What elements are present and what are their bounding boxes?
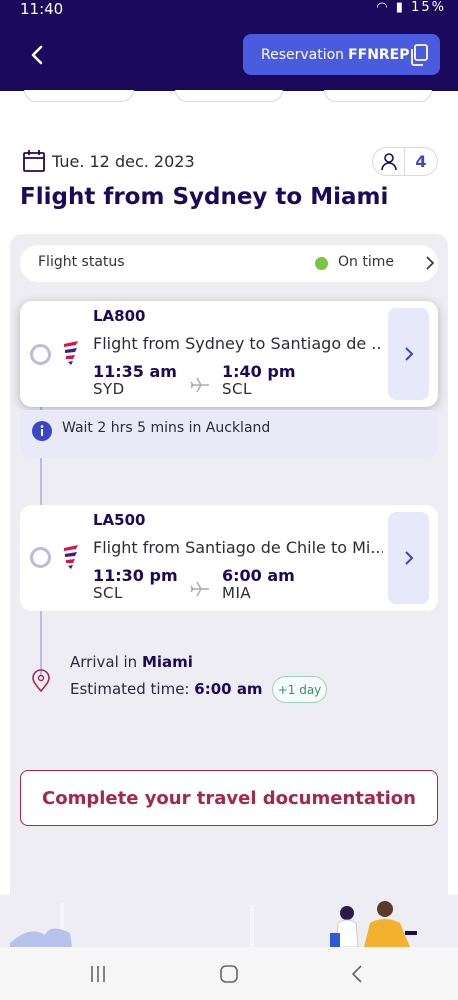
status-icons: ◠ ▮ 15%	[376, 0, 446, 15]
flight-details-button[interactable]	[388, 308, 429, 400]
flight-code: LA500	[93, 511, 146, 529]
calendar-icon	[23, 150, 45, 172]
system-back-icon[interactable]	[350, 964, 364, 984]
passenger-count-badge[interactable]: 4	[372, 147, 438, 176]
signal-icon: ▮	[395, 0, 405, 15]
wifi-icon: ◠	[376, 0, 390, 15]
flight-status-value: On time	[338, 254, 394, 270]
layover-info: Wait 2 hrs 5 mins in Auckland	[20, 410, 438, 458]
reservation-code: FFNREP	[348, 46, 410, 63]
departure-time: 11:30 pm	[93, 566, 178, 585]
flight-status-label: Flight status	[38, 254, 125, 270]
plane-icon	[190, 377, 209, 393]
chevron-right-icon	[426, 256, 435, 270]
copy-icon	[411, 44, 428, 66]
home-icon[interactable]	[219, 964, 239, 984]
flight-route: Flight from Sydney to Santiago de ...	[93, 334, 383, 353]
status-bar: 11:40 ◠ ▮ 15%	[0, 0, 458, 20]
arrival-time-line: Estimated time: 6:00 am	[70, 680, 263, 698]
flight-route: Flight from Santiago de Chile to Mi...	[93, 538, 383, 557]
arrival-airport: SCL	[222, 380, 252, 398]
airline-logo-icon	[64, 341, 78, 365]
chevron-right-icon	[404, 347, 413, 361]
battery-level: 15%	[411, 0, 446, 15]
arrival-city-line: Arrival in Miami	[70, 653, 193, 671]
travelers-illustration	[0, 895, 458, 947]
airline-logo-icon	[64, 545, 78, 569]
flight-code: LA800	[93, 307, 146, 325]
flight-card-1[interactable]: LA800 Flight from Sydney to Santiago de …	[20, 301, 438, 407]
recent-apps-icon[interactable]	[88, 965, 108, 983]
complete-documentation-button[interactable]: Complete your travel documentation	[20, 770, 438, 826]
quick-actions-row	[0, 90, 458, 104]
status-time: 11:40	[20, 0, 64, 18]
arrival-time: 1:40 pm	[222, 362, 296, 381]
arrival-city: Miami	[141, 653, 193, 671]
quick-action-pill[interactable]	[24, 90, 134, 102]
flight-card-2[interactable]: LA500 Flight from Santiago de Chile to M…	[20, 505, 438, 611]
quick-action-pill[interactable]	[324, 90, 432, 102]
trip-date-row: Tue. 12 dec. 2023	[22, 148, 195, 174]
reservation-button[interactable]: Reservation FFNREP	[243, 34, 440, 75]
plane-icon	[190, 581, 209, 597]
reservation-label: Reservation	[261, 46, 345, 63]
back-arrow-icon	[31, 45, 43, 65]
person-icon	[373, 148, 405, 175]
system-nav-bar	[0, 947, 458, 1000]
status-dot-icon	[315, 257, 328, 270]
departure-airport: SYD	[93, 380, 125, 398]
arrival-airport: MIA	[222, 584, 252, 602]
flight-details-button[interactable]	[388, 512, 429, 604]
back-button[interactable]	[20, 40, 54, 70]
estimated-time: 6:00 am	[194, 680, 263, 698]
arrival-prefix: Arrival in	[70, 653, 138, 671]
flight-status-row[interactable]: Flight status On time	[20, 245, 438, 282]
departure-airport: SCL	[93, 584, 123, 602]
chevron-right-icon	[404, 551, 413, 565]
arrival-time: 6:00 am	[222, 566, 295, 585]
day-offset-badge: +1 day	[272, 676, 327, 703]
app-header: Reservation FFNREP	[0, 20, 458, 91]
passenger-count: 4	[415, 152, 427, 171]
layover-text: Wait 2 hrs 5 mins in Auckland	[62, 420, 271, 436]
departure-time: 11:35 am	[93, 362, 177, 381]
trip-date: Tue. 12 dec. 2023	[52, 151, 195, 171]
timeline-node	[30, 344, 51, 365]
quick-action-pill[interactable]	[175, 90, 283, 102]
page-title: Flight from Sydney to Miami	[20, 184, 389, 210]
location-pin-icon	[32, 669, 50, 693]
estimated-time-label: Estimated time:	[70, 680, 190, 698]
timeline-node	[30, 547, 51, 568]
info-icon	[32, 421, 52, 441]
